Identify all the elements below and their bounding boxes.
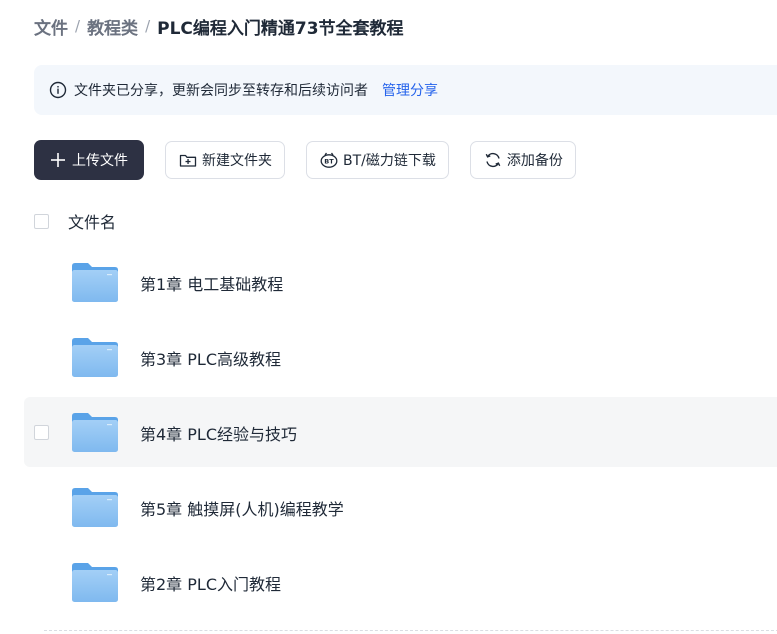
- info-icon: [49, 81, 67, 99]
- list-item[interactable]: 第1章 电工基础教程: [24, 247, 777, 317]
- breadcrumb-item-tutorials[interactable]: 教程类: [87, 14, 138, 39]
- add-backup-button[interactable]: 添加备份: [469, 141, 576, 179]
- folder-add-icon: [178, 150, 198, 170]
- folder-name[interactable]: 第4章 PLC经验与技巧: [140, 421, 297, 445]
- breadcrumb: 文件 / 教程类 / PLC编程入门精通73节全套教程: [34, 13, 404, 39]
- bt-magnet-download-label: BT/磁力链下载: [343, 153, 436, 169]
- manage-share-link[interactable]: 管理分享: [382, 80, 438, 100]
- list-item[interactable]: 第4章 PLC经验与技巧: [24, 397, 777, 467]
- upload-file-label: 上传文件: [72, 153, 128, 169]
- list-item[interactable]: 第5章 触摸屏(人机)编程教学: [24, 472, 777, 542]
- add-backup-label: 添加备份: [506, 153, 563, 169]
- share-notice-text: 文件夹已分享，更新会同步至转存和后续访问者: [74, 83, 368, 99]
- folder-name[interactable]: 第1章 电工基础教程: [140, 271, 283, 295]
- column-header-filename: 文件名: [68, 213, 117, 232]
- folder-icon: [72, 338, 118, 377]
- row-checkbox[interactable]: [34, 425, 49, 440]
- new-folder-label: 新建文件夹: [202, 153, 272, 169]
- drop-zone-border: [44, 630, 777, 631]
- bt-magnet-download-button[interactable]: BT BT/磁力链下载: [306, 141, 449, 179]
- new-folder-button[interactable]: 新建文件夹: [165, 141, 285, 179]
- share-notice-bar: 文件夹已分享，更新会同步至转存和后续访问者 管理分享: [34, 65, 777, 115]
- plus-icon: [48, 150, 68, 170]
- list-item[interactable]: 第2章 PLC入门教程: [24, 547, 777, 617]
- folder-name[interactable]: 第2章 PLC入门教程: [140, 571, 281, 595]
- sync-icon: [483, 150, 503, 170]
- breadcrumb-current: PLC编程入门精通73节全套教程: [157, 18, 404, 39]
- folder-icon: [72, 263, 118, 302]
- folder-icon: [72, 413, 118, 452]
- file-manager-page: 文件 / 教程类 / PLC编程入门精通73节全套教程 文件夹已分享，更新会同步…: [0, 0, 777, 634]
- breadcrumb-item-files[interactable]: 文件: [34, 14, 68, 39]
- list-item[interactable]: 第3章 PLC高级教程: [24, 322, 777, 392]
- breadcrumb-separator: /: [145, 17, 151, 35]
- list-header: 文件名: [34, 206, 116, 236]
- select-all-checkbox[interactable]: [34, 213, 49, 229]
- bt-magnet-icon: BT: [319, 150, 339, 170]
- breadcrumb-separator: /: [75, 17, 81, 35]
- folder-icon: [72, 488, 118, 527]
- svg-text:BT: BT: [324, 158, 334, 166]
- folder-name[interactable]: 第5章 触摸屏(人机)编程教学: [140, 496, 344, 520]
- folder-name[interactable]: 第3章 PLC高级教程: [140, 346, 281, 370]
- toolbar: 上传文件 新建文件夹 BT BT/磁力链下载 添加备份: [34, 140, 597, 180]
- folder-icon: [72, 563, 118, 602]
- upload-file-button[interactable]: 上传文件: [34, 140, 144, 180]
